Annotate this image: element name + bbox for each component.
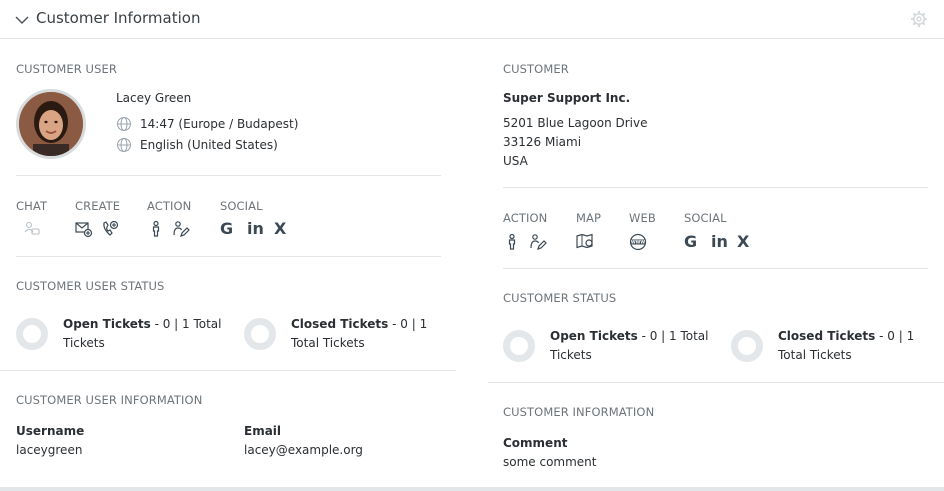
closed-tickets-label: Closed Tickets [291,317,389,331]
linkedin-icon[interactable]: in [247,219,264,238]
divider [488,382,944,383]
create-label: CREATE [75,199,121,213]
closed-tickets-status[interactable]: Closed Tickets - 0 | 1 Total Tickets [291,315,441,353]
open-tickets-label: Open Tickets [550,329,638,343]
xing-icon[interactable]: X [274,219,286,238]
xing-icon[interactable]: X [737,232,749,251]
customer-user-information-title: CUSTOMER USER INFORMATION [16,393,203,407]
chevron-down-icon[interactable] [14,12,30,28]
customer-country: USA [503,154,528,168]
google-icon[interactable]: G [684,232,697,251]
linkedin-icon[interactable]: in [711,232,728,251]
customer-user-name: Lacey Green [116,91,192,105]
widget-header[interactable]: Customer Information [0,0,944,39]
customer-user-language: English (United States) [140,138,278,152]
customer-information-title: CUSTOMER INFORMATION [503,405,655,419]
divider [503,268,928,269]
comment-value: some comment [503,455,597,469]
open-tickets-label: Open Tickets [63,317,151,331]
bottom-border [0,487,944,491]
social-label: SOCIAL [220,199,263,213]
gear-icon[interactable] [910,10,928,28]
map-icon[interactable] [576,233,594,251]
comment-label: Comment [503,436,568,450]
www-globe-icon[interactable]: WWW [629,233,647,251]
chat-label: CHAT [16,199,48,213]
map-label: MAP [576,211,602,225]
customer-closed-tickets-status[interactable]: Closed Tickets - 0 | 1 Total Tickets [778,327,928,365]
divider [0,370,456,371]
email-label: Email [244,424,282,438]
person-edit-icon[interactable] [529,233,547,251]
create-phone-ticket-icon[interactable] [101,220,119,238]
person-edit-icon[interactable] [172,220,190,238]
customer-name: Super Support Inc. [503,91,631,105]
customer-action-label: ACTION [503,211,548,225]
divider [16,256,441,257]
closed-tickets-label: Closed Tickets [778,329,876,343]
username-value: laceygreen [16,443,83,457]
customer-user-status-title: CUSTOMER USER STATUS [16,279,165,293]
open-tickets-ring [503,330,535,362]
create-email-ticket-icon[interactable] [75,220,93,238]
avatar-photo [19,92,83,156]
customer-city: 33126 Miami [503,135,582,149]
customer-open-tickets-status[interactable]: Open Tickets - 0 | 1 Total Tickets [550,327,720,365]
email-value[interactable]: lacey@example.org [244,443,363,457]
widget-title: Customer Information [36,9,201,27]
closed-tickets-ring [731,330,763,362]
chat-icon[interactable] [23,220,41,238]
closed-tickets-ring [244,318,276,350]
person-icon[interactable] [503,233,521,251]
customer-social-label: SOCIAL [684,211,727,225]
customer-user-section-title: CUSTOMER USER [16,62,117,76]
username-label: Username [16,424,85,438]
customer-status-title: CUSTOMER STATUS [503,291,617,305]
globe-icon [117,138,131,152]
action-label: ACTION [147,199,192,213]
customer-street: 5201 Blue Lagoon Drive [503,116,648,130]
google-icon[interactable]: G [220,219,233,238]
customer-user-time: 14:47 (Europe / Budapest) [140,117,299,131]
avatar [16,89,86,159]
web-label: WEB [629,211,656,225]
globe-clock-icon [117,117,131,131]
divider [16,175,441,176]
svg-text:WWW: WWW [631,240,645,246]
divider [503,187,928,188]
open-tickets-status[interactable]: Open Tickets - 0 | 1 Total Tickets [63,315,233,353]
open-tickets-ring [16,318,48,350]
customer-section-title: CUSTOMER [503,62,569,76]
person-icon[interactable] [147,220,165,238]
